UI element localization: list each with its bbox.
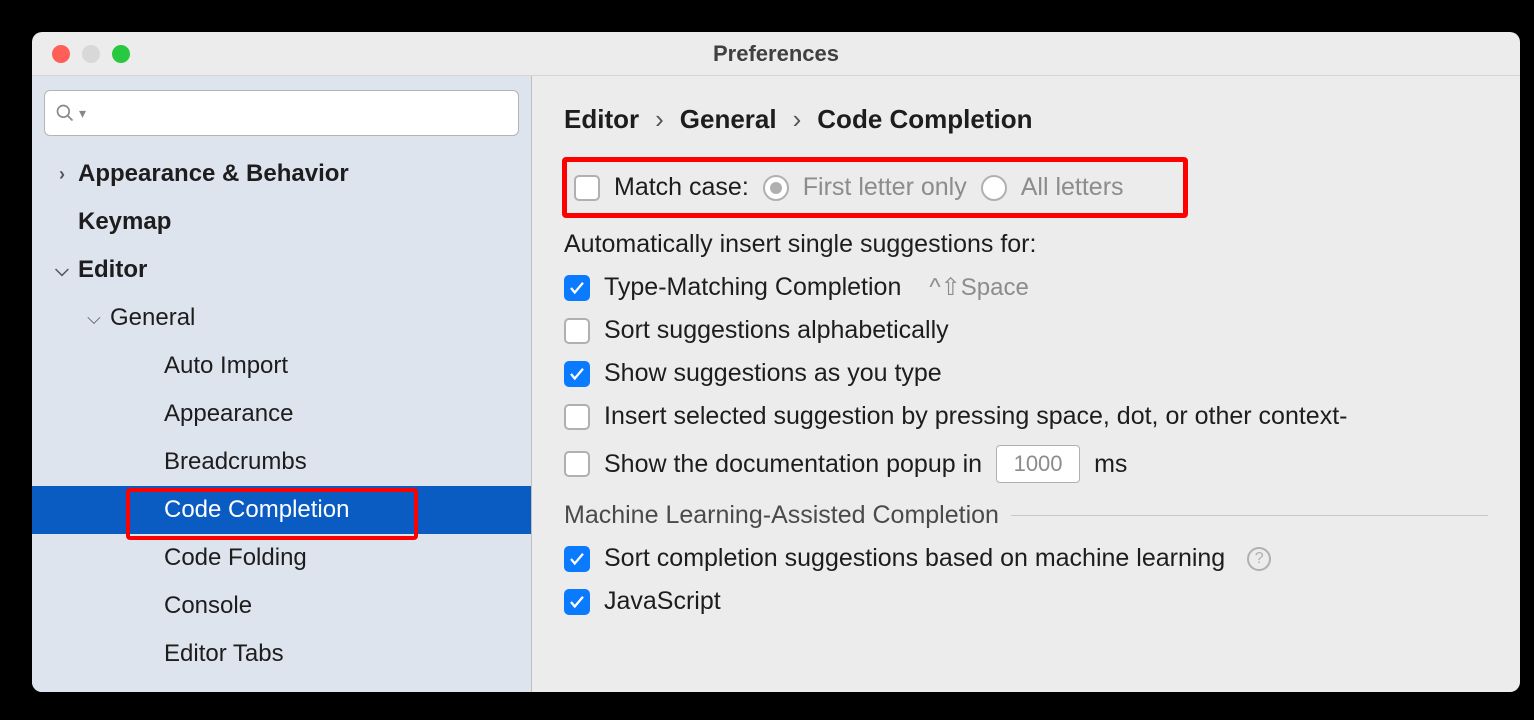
ml-js-label: JavaScript — [604, 587, 721, 616]
insert-space-row: Insert selected suggestion by pressing s… — [564, 402, 1488, 431]
breadcrumb-b: General — [680, 104, 777, 135]
sidebar-item-auto-import[interactable]: ·Auto Import — [32, 342, 531, 390]
insert-space-checkbox[interactable] — [564, 404, 590, 430]
breadcrumb-a: Editor — [564, 104, 639, 135]
show-type-label: Show suggestions as you type — [604, 359, 942, 388]
sidebar-item-appearance-behavior[interactable]: › Appearance & Behavior — [32, 150, 531, 198]
ml-group-header: Machine Learning-Assisted Completion — [564, 501, 1488, 530]
sidebar-item-code-folding[interactable]: ·Code Folding — [32, 534, 531, 582]
sidebar-item-label: Editor Tabs — [164, 640, 284, 668]
type-matching-row: Type-Matching Completion ^⇧Space — [564, 273, 1488, 302]
ml-sort-label: Sort completion suggestions based on mac… — [604, 544, 1225, 573]
sidebar-item-label: General — [110, 304, 195, 332]
zoom-icon[interactable] — [112, 45, 130, 63]
sidebar-item-label: Editor — [78, 256, 147, 284]
ml-js-checkbox[interactable] — [564, 589, 590, 615]
chevron-right-icon: › — [52, 164, 72, 185]
sort-alpha-checkbox[interactable] — [564, 318, 590, 344]
doc-popup-prefix: Show the documentation popup in — [604, 450, 982, 479]
preferences-window: Preferences ▾ › Appearance & Behavior ·Key… — [32, 32, 1520, 692]
first-letter-label: First letter only — [803, 173, 967, 202]
breadcrumb: Editor › General › Code Completion — [564, 104, 1488, 135]
sort-alpha-label: Sort suggestions alphabetically — [604, 316, 949, 345]
breadcrumb-sep: › — [655, 104, 664, 135]
search-icon — [55, 103, 75, 123]
breadcrumb-sep: › — [793, 104, 802, 135]
show-type-checkbox[interactable] — [564, 361, 590, 387]
breadcrumb-c: Code Completion — [817, 104, 1032, 135]
window-title: Preferences — [713, 41, 839, 67]
sidebar-item-label: Code Completion — [164, 496, 349, 524]
insert-space-label: Insert selected suggestion by pressing s… — [604, 402, 1347, 431]
divider — [1011, 515, 1488, 516]
ml-header-label: Machine Learning-Assisted Completion — [564, 501, 999, 530]
ml-sort-row: Sort completion suggestions based on mac… — [564, 544, 1488, 573]
sidebar-item-label: Breadcrumbs — [164, 448, 307, 476]
sidebar: ▾ › Appearance & Behavior ·Keymap ⌵ Editor ⌵ G… — [32, 76, 532, 692]
show-type-row: Show suggestions as you type — [564, 359, 1488, 388]
sidebar-item-label: Code Folding — [164, 544, 307, 572]
window-controls — [32, 45, 130, 63]
sidebar-item-general[interactable]: ⌵ General — [32, 294, 531, 342]
sort-alpha-row: Sort suggestions alphabetically — [564, 316, 1488, 345]
doc-popup-row: Show the documentation popup in ms — [564, 445, 1488, 483]
match-case-checkbox[interactable] — [574, 175, 600, 201]
chevron-down-icon: ⌵ — [52, 260, 72, 281]
sidebar-item-console[interactable]: ·Console — [32, 582, 531, 630]
window-body: ▾ › Appearance & Behavior ·Keymap ⌵ Editor ⌵ G… — [32, 76, 1520, 692]
close-icon[interactable] — [52, 45, 70, 63]
settings-tree[interactable]: › Appearance & Behavior ·Keymap ⌵ Editor ⌵ Gen… — [32, 150, 531, 692]
type-matching-checkbox[interactable] — [564, 275, 590, 301]
all-letters-label: All letters — [1021, 173, 1124, 202]
ml-js-row: JavaScript — [564, 587, 1488, 616]
type-matching-label: Type-Matching Completion — [604, 273, 901, 302]
search-container: ▾ — [32, 76, 531, 150]
match-case-row: Match case: First letter only All letter… — [564, 159, 1488, 216]
search-input[interactable]: ▾ — [44, 90, 519, 136]
sidebar-item-keymap[interactable]: ·Keymap — [32, 198, 531, 246]
all-letters-radio[interactable] — [981, 175, 1007, 201]
auto-insert-label: Automatically insert single suggestions … — [564, 230, 1488, 259]
sidebar-item-editor-tabs[interactable]: ·Editor Tabs — [32, 630, 531, 678]
doc-popup-suffix: ms — [1094, 450, 1127, 479]
doc-popup-checkbox[interactable] — [564, 451, 590, 477]
chevron-down-icon: ⌵ — [84, 308, 104, 329]
type-matching-shortcut: ^⇧Space — [929, 273, 1028, 302]
help-icon[interactable]: ? — [1247, 547, 1271, 571]
sidebar-item-editor[interactable]: ⌵ Editor — [32, 246, 531, 294]
first-letter-radio[interactable] — [763, 175, 789, 201]
sidebar-item-label: Appearance & Behavior — [78, 160, 349, 188]
sidebar-item-label: Keymap — [78, 208, 171, 236]
sidebar-item-breadcrumbs[interactable]: ·Breadcrumbs — [32, 438, 531, 486]
match-case-label: Match case: — [614, 173, 749, 202]
sidebar-item-appearance[interactable]: ·Appearance — [32, 390, 531, 438]
doc-popup-input[interactable] — [996, 445, 1080, 483]
sidebar-item-label: Console — [164, 592, 252, 620]
settings-content: Editor › General › Code Completion Match… — [532, 76, 1520, 692]
sidebar-item-label: Auto Import — [164, 352, 288, 380]
chevron-down-icon: ▾ — [79, 105, 86, 122]
sidebar-item-label: Appearance — [164, 400, 293, 428]
minimize-icon[interactable] — [82, 45, 100, 63]
titlebar: Preferences — [32, 32, 1520, 76]
sidebar-item-code-completion[interactable]: ·Code Completion — [32, 486, 531, 534]
ml-sort-checkbox[interactable] — [564, 546, 590, 572]
